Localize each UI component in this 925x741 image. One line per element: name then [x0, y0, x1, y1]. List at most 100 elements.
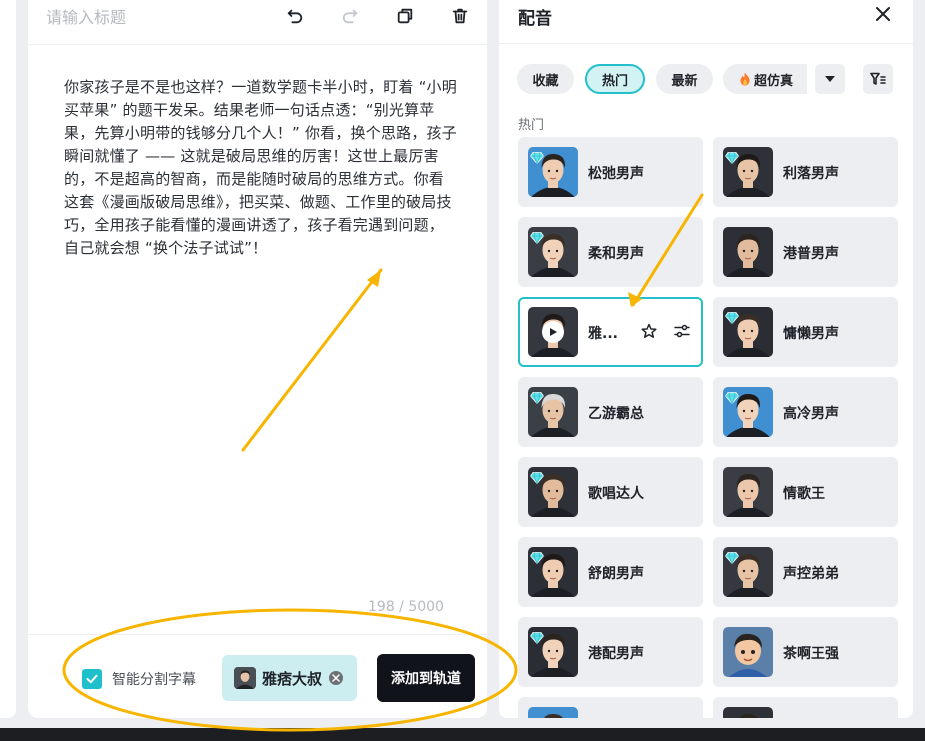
- voice-avatar: [528, 387, 578, 437]
- voice-card[interactable]: 柔和男声: [518, 217, 703, 287]
- voice-avatar: [528, 147, 578, 197]
- dubbing-panel: 配音 收藏 热门 最新 超仿真 热门 松弛男声 利落男声柔和男声 港普男声雅... 慵…: [499, 0, 913, 718]
- filter-button[interactable]: [863, 64, 893, 94]
- voice-card[interactable]: [518, 697, 703, 718]
- voice-card[interactable]: 茶啊王强: [713, 617, 898, 687]
- diamond-icon: [529, 389, 545, 405]
- voice-card[interactable]: 歌唱达人: [518, 457, 703, 527]
- add-to-track-button[interactable]: 添加到轨道: [377, 654, 475, 702]
- diamond-icon: [529, 149, 545, 165]
- check-icon: [86, 674, 98, 684]
- voice-avatar: [528, 467, 578, 517]
- voice-card[interactable]: 高冷男声: [713, 377, 898, 447]
- voice-name: 雅...: [588, 326, 618, 342]
- diamond-icon: [529, 469, 545, 485]
- tab-hyper-realistic[interactable]: 超仿真: [723, 64, 807, 94]
- left-panel-edge: [0, 0, 16, 718]
- caret-down-icon: [825, 76, 835, 82]
- voice-avatar: [528, 707, 578, 718]
- voice-card[interactable]: 情歌王: [713, 457, 898, 527]
- close-panel-button[interactable]: [873, 4, 893, 24]
- voice-avatar: [528, 627, 578, 677]
- adjust-settings-icon[interactable]: [674, 323, 692, 341]
- voice-card[interactable]: 港配男声: [518, 617, 703, 687]
- diamond-icon: [724, 389, 740, 405]
- trash-icon: [452, 8, 468, 24]
- voice-avatar: [723, 387, 773, 437]
- copy-button[interactable]: [393, 4, 417, 28]
- voice-avatar: [723, 467, 773, 517]
- script-textarea[interactable]: 你家孩子是不是也这样？一道数学题卡半小时，盯着 “小明买苹果” 的题干发呆。结果…: [64, 76, 458, 260]
- delete-button[interactable]: [448, 4, 472, 28]
- voice-name: 情歌王: [783, 486, 825, 502]
- voice-avatar: [723, 227, 773, 277]
- voice-avatar: [723, 627, 773, 677]
- panel-title: 配音: [518, 9, 552, 29]
- editor-header: [28, 0, 487, 45]
- diamond-icon: [529, 549, 545, 565]
- voice-name: 歌唱达人: [588, 486, 644, 502]
- voice-name: 柔和男声: [588, 246, 644, 262]
- voice-name: 高冷男声: [783, 406, 839, 422]
- voice-card[interactable]: 雅...: [518, 297, 703, 367]
- tab-label: 超仿真: [754, 73, 794, 89]
- voice-avatar: [234, 667, 256, 689]
- voice-name: 慵懒男声: [783, 326, 839, 342]
- play-icon[interactable]: [542, 321, 564, 343]
- voice-card[interactable]: [713, 697, 898, 718]
- voice-name: 港普男声: [783, 246, 839, 262]
- remove-voice-button[interactable]: [329, 671, 343, 685]
- voice-name: 乙游霸总: [588, 406, 644, 422]
- diamond-icon: [724, 309, 740, 325]
- voice-name: 港配男声: [588, 646, 644, 662]
- voice-name: 松弛男声: [588, 166, 644, 182]
- voice-avatar: [528, 227, 578, 277]
- voice-name: 茶啊王强: [783, 646, 839, 662]
- copy-icon: [397, 8, 413, 24]
- voice-card[interactable]: 乙游霸总: [518, 377, 703, 447]
- section-label-hot: 热门: [518, 118, 545, 133]
- voice-avatar: [528, 547, 578, 597]
- voice-card[interactable]: 舒朗男声: [518, 537, 703, 607]
- voice-card[interactable]: 利落男声: [713, 137, 898, 207]
- selected-voice-chip[interactable]: 雅痞大叔: [222, 655, 357, 701]
- tab-latest[interactable]: 最新: [656, 64, 713, 94]
- more-tabs-dropdown[interactable]: [815, 64, 845, 94]
- selected-voice-name: 雅痞大叔: [262, 670, 323, 688]
- voice-name: 声控弟弟: [783, 566, 839, 582]
- redo-icon: [342, 9, 358, 24]
- voice-card[interactable]: 慵懒男声: [713, 297, 898, 367]
- voice-card[interactable]: 松弛男声: [518, 137, 703, 207]
- voice-avatar: [723, 307, 773, 357]
- close-icon: [876, 7, 890, 21]
- undo-icon: [287, 9, 303, 24]
- filter-icon: [870, 72, 886, 85]
- diamond-icon: [724, 149, 740, 165]
- voice-name: 舒朗男声: [588, 566, 644, 582]
- tab-favorites[interactable]: 收藏: [517, 64, 574, 94]
- redo-button[interactable]: [338, 4, 362, 28]
- voice-card[interactable]: 声控弟弟: [713, 537, 898, 607]
- title-input[interactable]: [46, 5, 266, 29]
- undo-button[interactable]: [283, 4, 307, 28]
- voice-avatar: [723, 707, 773, 718]
- tab-hot[interactable]: 热门: [585, 64, 645, 94]
- voice-avatar: [528, 307, 578, 357]
- close-icon: [332, 674, 340, 682]
- diamond-icon: [724, 549, 740, 565]
- tab-label: 收藏: [532, 73, 559, 89]
- star-icon[interactable]: [641, 323, 659, 341]
- voice-avatar: [723, 147, 773, 197]
- smart-subtitle-checkbox[interactable]: [82, 669, 102, 689]
- diamond-icon: [529, 629, 545, 645]
- tab-label: 最新: [671, 73, 698, 89]
- voice-card[interactable]: 港普男声: [713, 217, 898, 287]
- smart-subtitle-label: 智能分割字幕: [112, 672, 196, 688]
- script-editor: 你家孩子是不是也这样？一道数学题卡半小时，盯着 “小明买苹果” 的题干发呆。结果…: [28, 0, 487, 718]
- panel-header: 配音: [499, 0, 913, 44]
- voice-name: 利落男声: [783, 166, 839, 182]
- tab-label: 热门: [601, 73, 628, 89]
- diamond-icon: [529, 229, 545, 245]
- bottom-timeline-strip: [0, 728, 925, 741]
- voice-avatar: [723, 547, 773, 597]
